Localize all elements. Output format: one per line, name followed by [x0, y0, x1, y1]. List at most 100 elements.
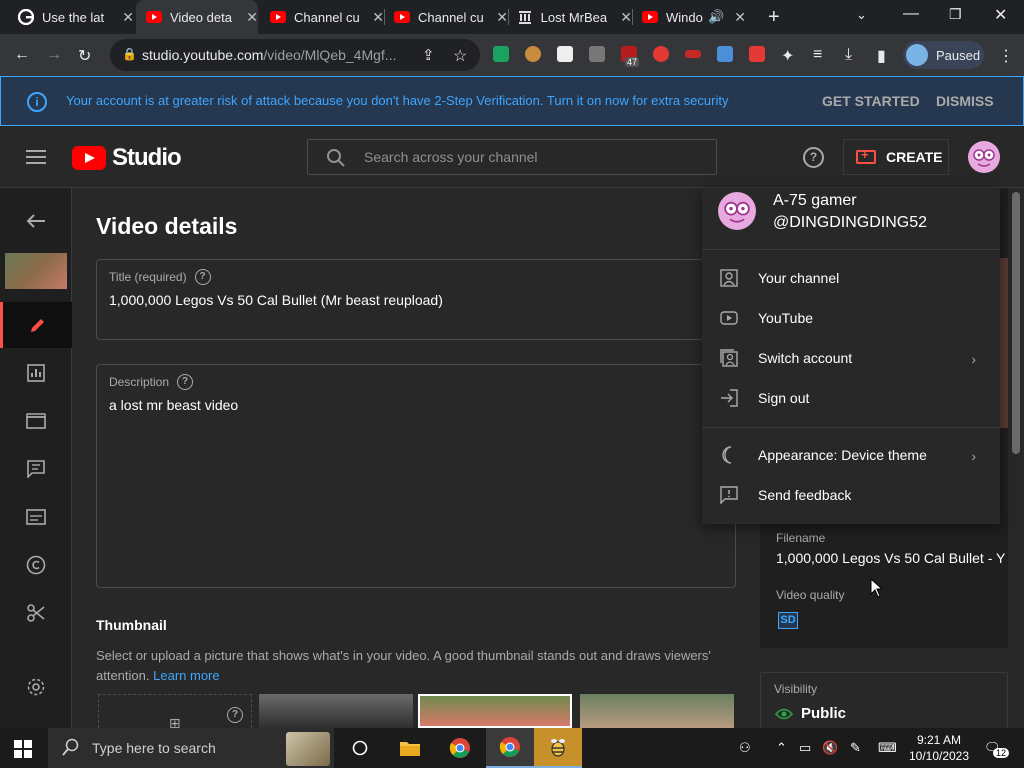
- close-tab-icon[interactable]: ✕: [734, 9, 746, 26]
- title-input[interactable]: 1,000,000 Legos Vs 50 Cal Bullet (Mr bea…: [109, 292, 443, 308]
- cookie-extension-icon[interactable]: [525, 46, 541, 62]
- copyright-icon[interactable]: [0, 542, 72, 588]
- reload-icon[interactable]: ↻: [78, 46, 91, 66]
- menu-item-youtube[interactable]: YouTube: [702, 298, 1000, 338]
- editor-clapper-icon[interactable]: [0, 398, 72, 444]
- chrome-icon[interactable]: [436, 728, 484, 768]
- filename-value: 1,000,000 Legos Vs 50 Cal Bullet - Y: [776, 550, 1006, 566]
- people-icon[interactable]: ⚇: [739, 740, 751, 756]
- help-icon[interactable]: ?: [803, 147, 824, 168]
- extension-icon[interactable]: [749, 46, 765, 62]
- minimize-icon[interactable]: —: [903, 5, 919, 23]
- chrome-active-icon[interactable]: [486, 728, 534, 768]
- tab-title: Channel cu: [418, 9, 484, 25]
- menu-item-switch-account[interactable]: Switch account ›: [702, 338, 1000, 378]
- video-quality-label: Video quality: [776, 588, 845, 602]
- menu-item-your-channel[interactable]: Your channel: [702, 258, 1000, 298]
- extensions-puzzle-icon[interactable]: ✦: [781, 46, 794, 66]
- keyboard-icon[interactable]: ⌨: [878, 740, 897, 756]
- tab-search-icon[interactable]: ⌄: [856, 7, 867, 23]
- menu-item-send-feedback[interactable]: Send feedback: [702, 475, 1000, 515]
- help-icon[interactable]: ?: [177, 374, 194, 390]
- media-queue-icon[interactable]: ≡: [813, 46, 822, 64]
- menu-item-appearance[interactable]: Appearance: Device theme ›: [702, 435, 1000, 475]
- profile-button[interactable]: Paused: [903, 41, 984, 69]
- menu-item-label: Sign out: [758, 390, 810, 406]
- get-started-button[interactable]: GET STARTED: [822, 93, 920, 109]
- restore-icon[interactable]: ❐: [949, 6, 962, 23]
- thumbnail-option-selected[interactable]: [418, 694, 572, 728]
- file-explorer-icon[interactable]: [386, 728, 434, 768]
- analytics-icon[interactable]: [0, 350, 72, 396]
- browser-tab[interactable]: Lost MrBea ✕: [508, 0, 632, 34]
- audio-playing-icon[interactable]: 🔊: [708, 9, 724, 25]
- browser-tab[interactable]: Use the lat ✕: [8, 0, 134, 34]
- tab-title: Windo: [666, 9, 703, 25]
- back-arrow-icon[interactable]: [0, 198, 72, 244]
- subtitles-icon[interactable]: [0, 494, 72, 540]
- extension-icon[interactable]: [685, 50, 701, 58]
- pen-icon[interactable]: ✎: [850, 740, 861, 756]
- close-tab-icon[interactable]: ✕: [372, 9, 384, 26]
- share-icon[interactable]: ⇪: [422, 46, 435, 64]
- new-tab-icon[interactable]: +: [768, 6, 780, 29]
- extension-icon[interactable]: [717, 46, 733, 62]
- network-icon[interactable]: ▭: [799, 740, 811, 756]
- browser-tab[interactable]: Channel cu ✕: [384, 0, 508, 34]
- page-scrollbar[interactable]: [1012, 192, 1020, 454]
- browser-tab[interactable]: Windo 🔊 ✕: [632, 0, 756, 34]
- close-tab-icon[interactable]: ✕: [620, 9, 632, 26]
- create-button[interactable]: CREATE: [843, 139, 949, 175]
- extension-icon[interactable]: [653, 46, 669, 62]
- browser-tab[interactable]: Channel cu ✕: [260, 0, 384, 34]
- show-hidden-icons-chevron-icon[interactable]: ⌃: [776, 740, 787, 756]
- extension-icon[interactable]: [557, 46, 573, 62]
- description-input[interactable]: a lost mr beast video: [109, 397, 238, 413]
- details-pencil-icon[interactable]: [0, 302, 72, 348]
- bee-app-icon[interactable]: [534, 728, 582, 768]
- windows-start-icon[interactable]: [14, 740, 32, 758]
- help-icon[interactable]: ?: [194, 269, 211, 285]
- hamburger-menu-icon[interactable]: [26, 150, 46, 164]
- taskbar-search[interactable]: Type here to search: [48, 728, 334, 768]
- thumbnail-option[interactable]: [259, 694, 413, 728]
- bookmark-star-icon[interactable]: ☆: [453, 46, 467, 66]
- dismiss-button[interactable]: DISMISS: [936, 93, 994, 109]
- visibility-label: Visibility: [774, 682, 818, 696]
- thumbnail-option[interactable]: [580, 694, 734, 728]
- task-view-icon[interactable]: [336, 728, 384, 768]
- help-icon[interactable]: ?: [227, 707, 243, 723]
- studio-logo[interactable]: Studio: [72, 144, 182, 172]
- description-label-text: Description: [109, 375, 170, 389]
- side-panel-icon[interactable]: ▮: [877, 46, 886, 66]
- close-tab-icon[interactable]: ✕: [496, 9, 508, 26]
- sheets-extension-icon[interactable]: [493, 46, 509, 62]
- comments-icon[interactable]: [0, 446, 72, 492]
- close-window-icon[interactable]: ✕: [994, 5, 1007, 25]
- video-thumbnail[interactable]: [5, 253, 67, 289]
- volume-muted-icon[interactable]: 🔇: [822, 740, 838, 756]
- upload-thumbnail-button[interactable]: ? ⊞: [98, 694, 252, 731]
- title-label-text: Title (required): [109, 270, 187, 284]
- title-field[interactable]: Title (required) ? 1,000,000 Legos Vs 50…: [96, 259, 736, 340]
- google-icon: [18, 9, 34, 25]
- download-icon[interactable]: ⤓: [845, 46, 852, 64]
- close-tab-icon[interactable]: ✕: [246, 9, 258, 26]
- browser-tab-active[interactable]: Video deta ✕: [136, 0, 258, 34]
- search-input[interactable]: [364, 140, 704, 174]
- menu-item-sign-out[interactable]: Sign out: [702, 378, 1000, 418]
- visibility-card[interactable]: Visibility Public: [760, 672, 1008, 732]
- description-field[interactable]: Description ? a lost mr beast video: [96, 364, 736, 588]
- clips-scissors-icon[interactable]: [0, 590, 72, 636]
- back-icon[interactable]: ←: [14, 46, 30, 64]
- video-preview[interactable]: [1000, 258, 1008, 428]
- forward-icon[interactable]: →: [46, 46, 62, 64]
- account-avatar[interactable]: [968, 141, 1000, 173]
- system-clock[interactable]: 9:21 AM 10/10/2023: [908, 732, 970, 764]
- extension-icon[interactable]: [589, 46, 605, 62]
- studio-left-rail: [0, 188, 72, 728]
- close-tab-icon[interactable]: ✕: [122, 9, 134, 26]
- settings-gear-icon[interactable]: [0, 664, 72, 710]
- browser-menu-icon[interactable]: ⋮: [998, 46, 1014, 66]
- learn-more-link[interactable]: Learn more: [153, 668, 219, 683]
